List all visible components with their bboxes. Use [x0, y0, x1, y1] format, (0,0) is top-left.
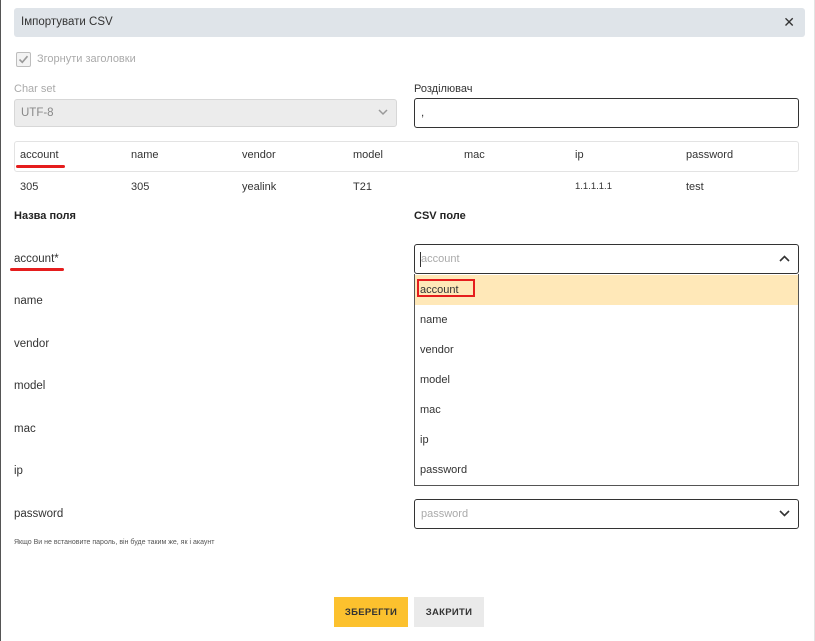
close-icon[interactable]: ✕ — [783, 14, 795, 30]
field-name: name — [14, 295, 43, 307]
check-icon — [18, 55, 29, 64]
option-label: ip — [420, 434, 429, 446]
annotation-underline — [10, 268, 64, 271]
account-csv-select[interactable]: account — [414, 244, 799, 274]
checkbox[interactable] — [16, 52, 31, 67]
dropdown-option-password[interactable]: password — [415, 455, 798, 485]
password-csv-select[interactable]: password — [414, 499, 799, 529]
separator-input[interactable]: , — [414, 98, 799, 128]
chevron-up-icon — [779, 255, 790, 262]
chevron-down-icon — [779, 510, 790, 517]
preview-col-password: password — [686, 149, 734, 161]
dropdown-option-vendor[interactable]: vendor — [415, 335, 798, 365]
close-button[interactable]: ЗАКРИТИ — [414, 597, 484, 627]
option-label: password — [420, 464, 468, 476]
chevron-down-icon — [378, 109, 388, 116]
charset-value: UTF-8 — [21, 107, 54, 119]
window-edge — [0, 0, 1, 641]
separator-label: Розділювач — [414, 83, 473, 95]
save-button[interactable]: ЗБЕРЕГТИ — [334, 597, 408, 627]
preview-col-vendor: vendor — [242, 149, 276, 161]
charset-label: Char set — [14, 83, 56, 95]
option-label: account — [420, 284, 459, 296]
dropdown-option-mac[interactable]: mac — [415, 395, 798, 425]
dropdown-option-name[interactable]: name — [415, 305, 798, 335]
option-label: vendor — [420, 344, 454, 356]
password-select-placeholder: password — [421, 508, 469, 520]
field-password: password — [14, 508, 64, 520]
preview-cell-vendor: yealink — [242, 181, 277, 193]
password-hint: Якщо Ви не встановите пароль, він буде т… — [14, 539, 215, 546]
field-name-header: Назва поля — [14, 210, 76, 222]
field-ip: ip — [14, 465, 23, 477]
csv-field-dropdown: account name vendor model mac ip passwor… — [414, 274, 799, 486]
option-label: mac — [420, 404, 441, 416]
field-vendor: vendor — [14, 338, 50, 350]
field-account: account* — [14, 253, 59, 265]
collapse-headers-label: Згорнути заголовки — [37, 53, 136, 65]
preview-col-ip: ip — [575, 149, 584, 161]
csv-field-header: CSV поле — [414, 210, 466, 222]
preview-cell-model: T21 — [353, 181, 372, 193]
charset-select: UTF-8 — [14, 99, 397, 127]
dropdown-option-model[interactable]: model — [415, 365, 798, 395]
field-mac: mac — [14, 423, 36, 435]
dropdown-option-account[interactable]: account — [415, 275, 798, 305]
field-model: model — [14, 380, 46, 392]
dialog-title: Імпортувати CSV — [21, 16, 113, 28]
option-label: model — [420, 374, 450, 386]
preview-col-model: model — [353, 149, 383, 161]
separator-value: , — [421, 107, 425, 119]
dialog-header: Імпортувати CSV ✕ — [14, 8, 805, 37]
option-label: name — [420, 314, 448, 326]
annotation-underline — [16, 165, 65, 168]
dropdown-option-ip[interactable]: ip — [415, 425, 798, 455]
account-select-placeholder: account — [421, 253, 460, 265]
preview-cell-password: test — [686, 181, 704, 193]
preview-col-mac: mac — [464, 149, 485, 161]
preview-col-name: name — [131, 149, 159, 161]
preview-cell-name: 305 — [131, 181, 150, 193]
preview-cell-account: 305 — [20, 181, 39, 193]
preview-cell-ip: 1.1.1.1.1 — [575, 181, 612, 192]
preview-col-account: account — [20, 149, 59, 161]
